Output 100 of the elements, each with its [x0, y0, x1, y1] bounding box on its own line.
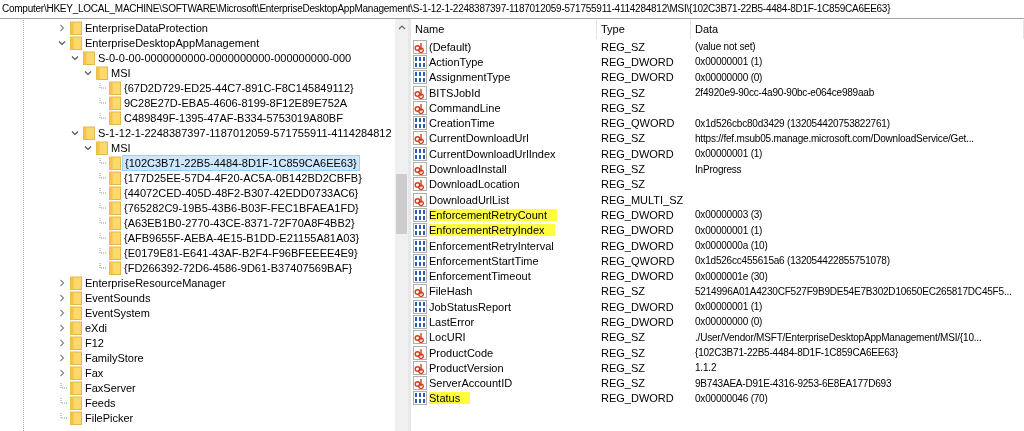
value-type: REG_DWORD: [601, 224, 674, 237]
value-name[interactable]: EnforcementRetryIndex: [429, 224, 555, 237]
value-name[interactable]: CurrentDownloadUrl: [429, 132, 532, 145]
chevron-icon[interactable]: [57, 307, 67, 318]
value-type: REG_QWORD: [601, 254, 675, 267]
tree-item[interactable]: FilePicker: [83, 410, 136, 425]
tree-item[interactable]: MSI: [109, 140, 133, 155]
folder-icon: [109, 185, 121, 200]
string-value-icon: [413, 100, 427, 115]
value-name[interactable]: LocURI: [429, 331, 469, 344]
column-header[interactable]: Data: [691, 20, 1024, 39]
folder-icon: [70, 350, 82, 365]
value-name[interactable]: EnforcementRetryInterval: [429, 239, 557, 252]
scroll-thumb[interactable]: [396, 174, 407, 234]
folder-icon: [109, 170, 121, 185]
value-name[interactable]: CommandLine: [429, 101, 504, 114]
tree-item[interactable]: {E0179E81-E641-43AF-B2F4-F96BFEEEE4E9}: [122, 245, 360, 260]
value-name[interactable]: AssignmentType: [429, 71, 514, 84]
chevron-icon[interactable]: [57, 337, 67, 348]
tree-item[interactable]: S-0-0-00-0000000000-0000000000-000000000-000: [96, 50, 354, 65]
folder-icon: [109, 110, 121, 125]
tree-item[interactable]: {177D25EE-57D4-4F20-AC5A-0B142BD2CBFB}: [122, 170, 364, 185]
tree-item[interactable]: F12: [83, 335, 106, 350]
value-data: 0x00000000 (0): [695, 71, 763, 83]
folder-icon: [109, 200, 121, 215]
folder-icon: [70, 380, 82, 395]
value-type: REG_SZ: [601, 285, 645, 298]
tree-item[interactable]: Fax: [83, 365, 106, 380]
tree-item[interactable]: {AFB9655F-AEBA-4E15-B1DD-E21155A81A03}: [122, 230, 362, 245]
tree-item[interactable]: {102C3B71-22B5-4484-8D1F-1C859CA6EE63}: [122, 154, 360, 171]
value-data: 0x00000003 (3): [695, 209, 763, 221]
folder-icon: [70, 410, 82, 425]
tree-item[interactable]: {67D2D729-ED25-44C7-891C-F8C145849112}: [122, 80, 356, 95]
value-name[interactable]: DownloadUrlList: [429, 193, 513, 206]
binary-value-icon: [413, 391, 427, 406]
tree-item[interactable]: eXdi: [83, 320, 110, 335]
value-type: REG_SZ: [601, 132, 645, 145]
chevron-icon[interactable]: [57, 292, 67, 303]
binary-value-icon: [413, 269, 427, 284]
value-name[interactable]: EnforcementRetryCount: [429, 208, 557, 221]
value-name[interactable]: BITSJobId: [429, 86, 484, 99]
tree-item[interactable]: {FD266392-72D6-4586-9D61-B37407569BAF}: [122, 260, 355, 275]
value-name[interactable]: Status: [429, 392, 471, 405]
value-name[interactable]: ProductVersion: [429, 361, 507, 374]
tree-item[interactable]: S-1-12-1-2248387397-1187012059-571755911-4114284812: [96, 125, 394, 140]
binary-value-icon: [413, 299, 427, 314]
binary-value-icon: [413, 238, 427, 253]
folder-icon: [70, 335, 82, 350]
tree-item[interactable]: C489849F-1395-47AF-B334-5753019A80BF: [122, 110, 345, 125]
column-header[interactable]: Name: [411, 20, 597, 39]
binary-value-icon: [413, 223, 427, 238]
value-name[interactable]: ProductCode: [429, 346, 497, 359]
value-name[interactable]: JobStatusReport: [429, 300, 514, 313]
value-name[interactable]: EnforcementStartTime: [429, 254, 542, 267]
chevron-icon[interactable]: [57, 322, 67, 333]
value-name[interactable]: DownloadInstall: [429, 163, 510, 175]
chevron-icon[interactable]: [57, 367, 67, 378]
tree-item[interactable]: EnterpriseDesktopAppManagement: [83, 35, 262, 50]
tree-item[interactable]: EnterpriseDataProtection: [83, 20, 210, 35]
folder-icon: [70, 275, 82, 290]
chevron-icon[interactable]: [57, 352, 67, 363]
folder-icon: [109, 215, 121, 230]
column-header[interactable]: Type: [597, 20, 691, 39]
value-name[interactable]: LastError: [429, 316, 478, 328]
value-name[interactable]: DownloadLocation: [429, 178, 523, 191]
value-data: 0x0000000a (10): [695, 240, 768, 251]
folder-icon: [83, 50, 95, 65]
value-type: REG_DWORD: [601, 300, 674, 313]
chevron-icon[interactable]: [57, 22, 67, 33]
value-data: 0x00000001 (1): [695, 56, 763, 68]
string-value-icon: [413, 330, 427, 345]
chevron-icon[interactable]: [57, 277, 67, 288]
tree-item[interactable]: EventSystem: [83, 305, 152, 320]
value-data: 0x00000001 (1): [695, 301, 763, 313]
value-type: REG_SZ: [601, 377, 645, 390]
tree-item[interactable]: 9C28E27D-EBA5-4606-8199-8F12E89E752A: [122, 95, 350, 110]
tree-item[interactable]: FaxServer: [83, 380, 138, 395]
tree-item[interactable]: Feeds: [83, 395, 118, 410]
value-name[interactable]: CreationTime: [429, 117, 498, 130]
scrollbar[interactable]: [395, 19, 408, 431]
tree-item[interactable]: EnterpriseResourceManager: [83, 275, 228, 290]
value-name[interactable]: ActionType: [429, 55, 487, 68]
tree-item[interactable]: MSI: [109, 65, 133, 80]
scroll-up-icon[interactable]: [396, 23, 407, 31]
folder-icon: [109, 245, 121, 260]
tree-item[interactable]: FamilyStore: [83, 350, 146, 365]
value-data: https://fef.msub05.manage.microsoft.com/DownloadService/Get...: [695, 132, 974, 144]
folder-icon: [70, 290, 82, 305]
tree-item[interactable]: {765282C9-19B5-43B6-B03F-FEC1BFAEA1FD}: [122, 200, 361, 215]
value-name[interactable]: (Default): [429, 40, 475, 53]
tree-item[interactable]: EventSounds: [83, 290, 153, 305]
value-name[interactable]: CurrentDownloadUrlIndex: [429, 147, 559, 160]
value-name[interactable]: EnforcementTimeout: [429, 270, 534, 283]
folder-icon: [70, 395, 82, 410]
value-type: REG_QWORD: [601, 117, 675, 130]
tree-item[interactable]: {44072CED-405D-48F2-B307-42EDD0733AC6}: [122, 185, 361, 200]
tree-item[interactable]: {A63EB1B0-2770-43CE-8371-72F70A8F4BB2}: [122, 215, 357, 230]
value-data: 0x0000001e (30): [695, 270, 768, 282]
value-name[interactable]: FileHash: [429, 285, 476, 298]
value-name[interactable]: ServerAccountID: [429, 377, 516, 390]
